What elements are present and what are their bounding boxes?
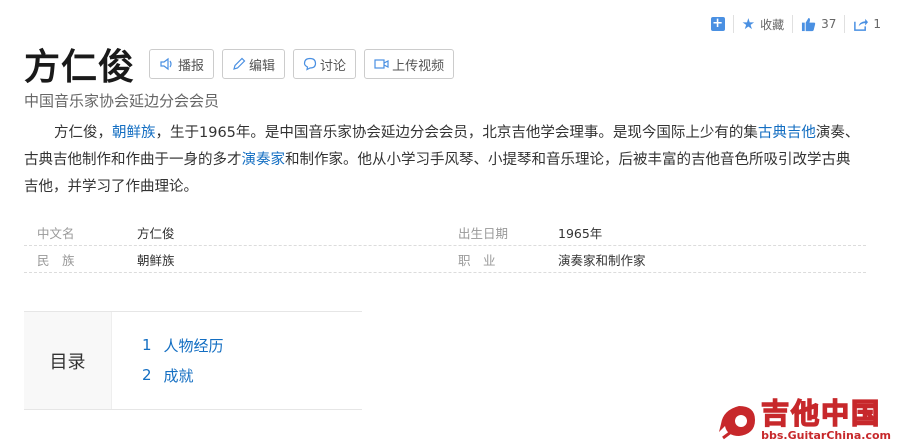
info-key: 中文名	[37, 225, 75, 241]
share-button[interactable]: 1	[845, 15, 881, 33]
video-icon	[374, 59, 389, 69]
edit-label: 编辑	[249, 58, 276, 74]
edit-button[interactable]: 编辑	[222, 49, 286, 79]
title-row: 方仁俊 播报 编辑 讨论 上传视频	[24, 38, 462, 90]
link-performer[interactable]: 演奏家	[242, 152, 286, 168]
like-count: 37	[821, 17, 837, 31]
toc-item-number: 1	[142, 336, 152, 354]
toc-list: 1 人物经历 2 成就	[112, 312, 224, 409]
speaker-icon	[160, 57, 172, 71]
toc-heading: 目录	[24, 312, 112, 409]
discuss-button[interactable]: 讨论	[293, 49, 357, 79]
chat-bubble-icon	[303, 57, 317, 71]
toc-item-achievements[interactable]: 2 成就	[142, 360, 224, 390]
page-title: 方仁俊	[24, 47, 136, 88]
info-row: 民 族 朝鲜族 职 业 演奏家和制作家	[24, 246, 866, 273]
page-toolbar: + ★ 收藏 37 1	[703, 15, 881, 33]
info-key: 民 族	[37, 252, 75, 268]
star-icon: ★	[741, 15, 756, 33]
add-button[interactable]: +	[703, 15, 734, 33]
discuss-label: 讨论	[320, 58, 347, 74]
toc-item-biography[interactable]: 1 人物经历	[142, 330, 224, 360]
table-of-contents: 目录 1 人物经历 2 成就	[24, 311, 362, 410]
watermark-text: 吉他中国 bbs.GuitarChina.com	[760, 397, 891, 442]
toc-item-label: 成就	[163, 366, 194, 385]
info-value: 1965年	[558, 225, 603, 241]
summary-text-1: 方仁俊，	[54, 125, 112, 141]
plus-icon: +	[710, 16, 725, 31]
favorite-button[interactable]: ★ 收藏	[734, 15, 794, 33]
watermark-url: bbs.GuitarChina.com	[761, 429, 891, 442]
info-value: 演奏家和制作家	[558, 252, 646, 268]
broadcast-label: 播报	[178, 58, 205, 74]
summary-text-2: ，生于1965年。是中国音乐家协会延边分会会员，北京吉他学会理事。是现今国际上少…	[155, 125, 758, 141]
favorite-label: 收藏	[760, 17, 785, 32]
share-count: 1	[873, 17, 881, 31]
toc-item-number: 2	[142, 366, 152, 384]
info-value: 方仁俊	[137, 225, 175, 241]
info-key: 职 业	[458, 252, 496, 268]
guitar-logo-icon	[719, 405, 756, 439]
watermark: 吉他中国 bbs.GuitarChina.com	[717, 397, 891, 442]
page-subtitle: 中国音乐家协会延边分会会员	[24, 92, 220, 110]
toc-item-label: 人物经历	[163, 336, 224, 355]
link-ethnicity[interactable]: 朝鲜族	[112, 125, 156, 141]
info-box: 中文名 方仁俊 出生日期 1965年 民 族 朝鲜族 职 业 演奏家和制作家	[24, 219, 866, 273]
share-icon	[854, 18, 869, 31]
info-value: 朝鲜族	[137, 252, 175, 268]
pencil-icon	[233, 57, 246, 70]
like-button[interactable]: 37	[793, 15, 846, 33]
upload-video-label: 上传视频	[392, 58, 445, 74]
link-classical-guitar[interactable]: 古典吉他	[758, 125, 816, 141]
watermark-name: 吉他中国	[760, 397, 882, 430]
info-row: 中文名 方仁俊 出生日期 1965年	[24, 219, 866, 246]
upload-video-button[interactable]: 上传视频	[364, 49, 455, 79]
summary-paragraph: 方仁俊，朝鲜族，生于1965年。是中国音乐家协会延边分会会员，北京吉他学会理事。…	[24, 120, 864, 201]
info-key: 出生日期	[458, 225, 509, 241]
broadcast-button[interactable]: 播报	[149, 49, 215, 79]
thumbs-up-icon	[802, 17, 816, 31]
